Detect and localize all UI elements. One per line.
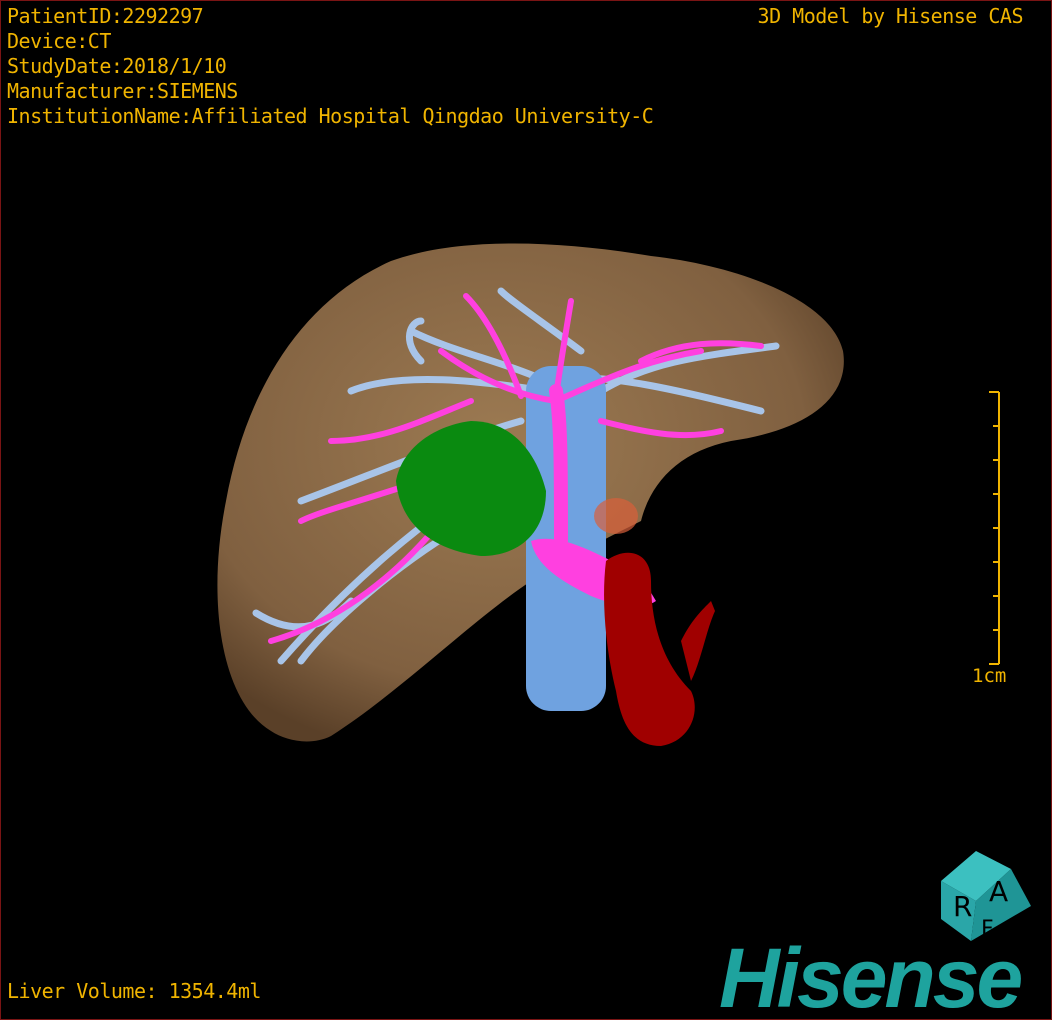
cube-face-r: R [953, 890, 972, 923]
liver-volume: Liver Volume: 1354.4ml [7, 979, 261, 1003]
scale-label: 1cm [972, 665, 1007, 687]
scale-bar [989, 391, 1000, 665]
3d-viewport[interactable]: PatientID:2292297 Device:CT StudyDate:20… [0, 0, 1052, 1020]
hisense-logo: Hisense [719, 931, 1023, 1020]
gallbladder [594, 498, 638, 534]
artery [604, 552, 715, 746]
liver-3d-model[interactable] [1, 1, 1051, 1019]
cube-face-a: A [989, 875, 1008, 908]
